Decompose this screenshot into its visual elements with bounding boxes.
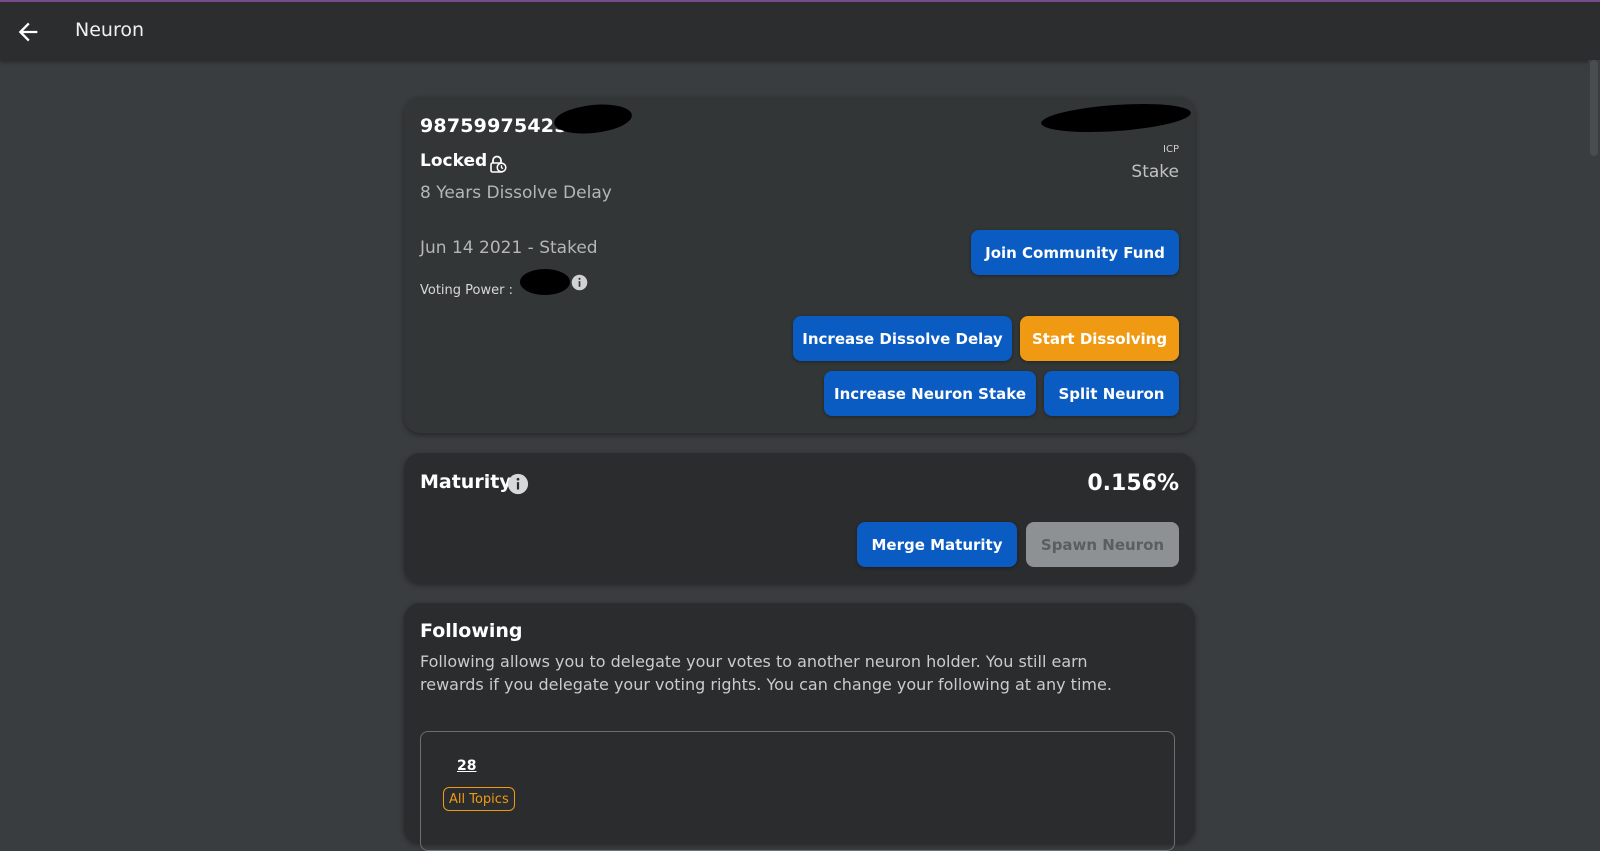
voting-power-info-icon[interactable] xyxy=(571,274,588,291)
spawn-neuron-button: Spawn Neuron xyxy=(1026,522,1179,567)
topic-chip-all-topics[interactable]: All Topics xyxy=(443,787,515,811)
voting-power-label: Voting Power : xyxy=(420,283,513,298)
neuron-state: Locked xyxy=(420,151,488,171)
redacted-id-suffix xyxy=(552,101,634,137)
merge-maturity-button[interactable]: Merge Maturity xyxy=(857,522,1017,567)
dissolve-delay: 8 Years Dissolve Delay xyxy=(420,183,612,203)
stake-label: Stake xyxy=(1131,162,1179,182)
staked-date: Jun 14 2021 - Staked xyxy=(420,238,598,258)
start-dissolving-button[interactable]: Start Dissolving xyxy=(1020,316,1179,361)
scrollbar-thumb[interactable] xyxy=(1590,60,1598,156)
maturity-title: Maturity xyxy=(420,471,512,493)
page-title: Neuron xyxy=(75,19,145,41)
arrow-left-icon xyxy=(18,22,38,42)
followee-topic-box: 28 All Topics xyxy=(420,731,1175,851)
maturity-card: Maturity 0.156% Merge Maturity Spawn Neu… xyxy=(404,453,1195,583)
split-neuron-button[interactable]: Split Neuron xyxy=(1044,371,1179,416)
following-card: Following Following allows you to delega… xyxy=(404,603,1195,851)
neuron-card: 987599754250 Locked 8 Years Dissolve Del… xyxy=(404,97,1195,433)
followee-count-link[interactable]: 28 xyxy=(457,758,476,774)
scrollbar[interactable] xyxy=(1588,60,1600,813)
increase-dissolve-delay-button[interactable]: Increase Dissolve Delay xyxy=(793,316,1012,361)
join-community-fund-button[interactable]: Join Community Fund xyxy=(971,230,1179,275)
app-bar: Neuron xyxy=(0,2,1600,60)
lock-clock-icon xyxy=(489,155,507,173)
following-title: Following xyxy=(420,620,523,642)
redacted-stake-amount xyxy=(1040,99,1192,137)
back-button[interactable] xyxy=(14,18,42,46)
maturity-value: 0.156% xyxy=(1087,471,1179,496)
redacted-voting-power xyxy=(520,269,570,295)
increase-neuron-stake-button[interactable]: Increase Neuron Stake xyxy=(824,371,1036,416)
following-description: Following allows you to delegate your vo… xyxy=(420,652,1112,694)
maturity-info-icon[interactable] xyxy=(507,473,529,495)
stake-unit: ICP xyxy=(1163,144,1179,155)
